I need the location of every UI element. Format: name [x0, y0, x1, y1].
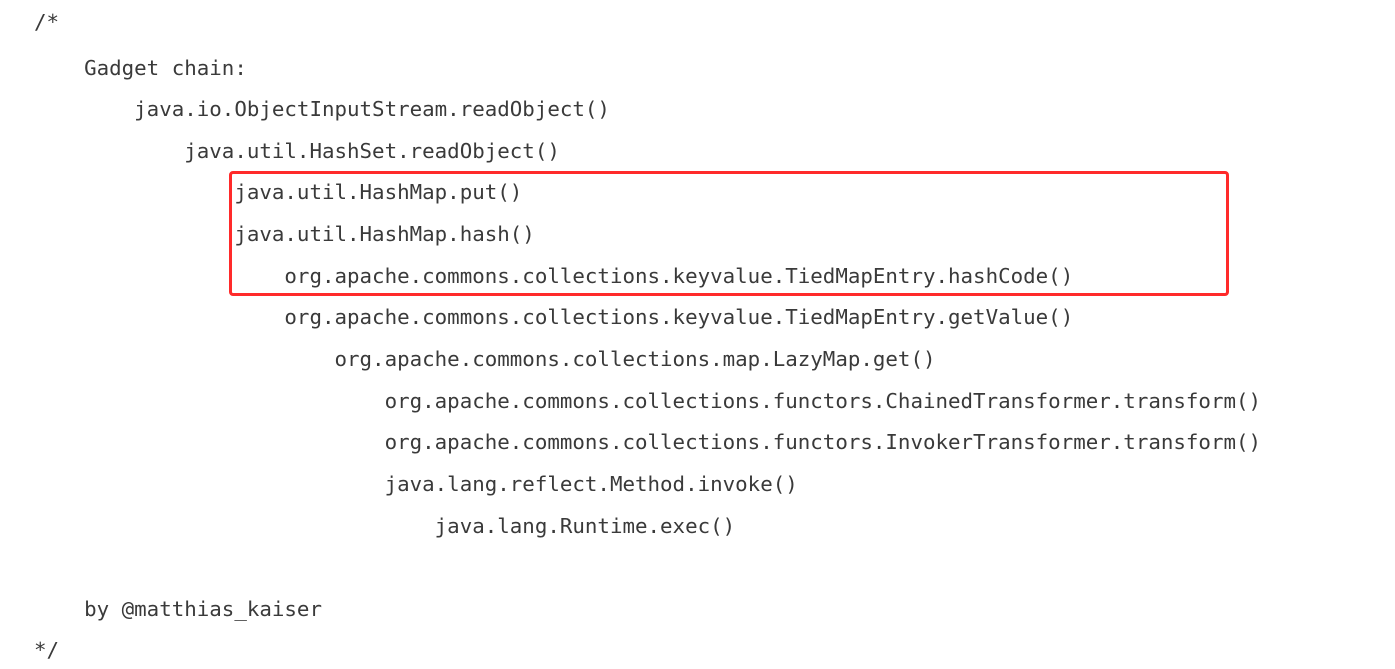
code-line-objectinputstream: java.io.ObjectInputStream.readObject() [34, 97, 610, 121]
code-block: /* Gadget chain: java.io.ObjectInputStre… [0, 0, 1395, 669]
code-line-method-invoke: java.lang.reflect.Method.invoke() [34, 472, 798, 496]
code-line-comment-open: /* [34, 10, 60, 34]
code-line-author: by @matthias_kaiser [34, 597, 322, 621]
code-line-chainedtransformer: org.apache.commons.collections.functors.… [34, 389, 1262, 413]
code-line-hashset-readobject: java.util.HashSet.readObject() [34, 139, 560, 163]
code-line-lazymap-get: org.apache.commons.collections.map.LazyM… [34, 347, 936, 371]
code-line-invokertransformer: org.apache.commons.collections.functors.… [34, 430, 1262, 454]
code-line-gadget-chain: Gadget chain: [34, 56, 247, 80]
highlight-box [229, 171, 1229, 296]
code-line-runtime-exec: java.lang.Runtime.exec() [34, 514, 736, 538]
code-line-comment-close: */ [34, 638, 60, 662]
code-line-tiedmapentry-getvalue: org.apache.commons.collections.keyvalue.… [34, 305, 1074, 329]
